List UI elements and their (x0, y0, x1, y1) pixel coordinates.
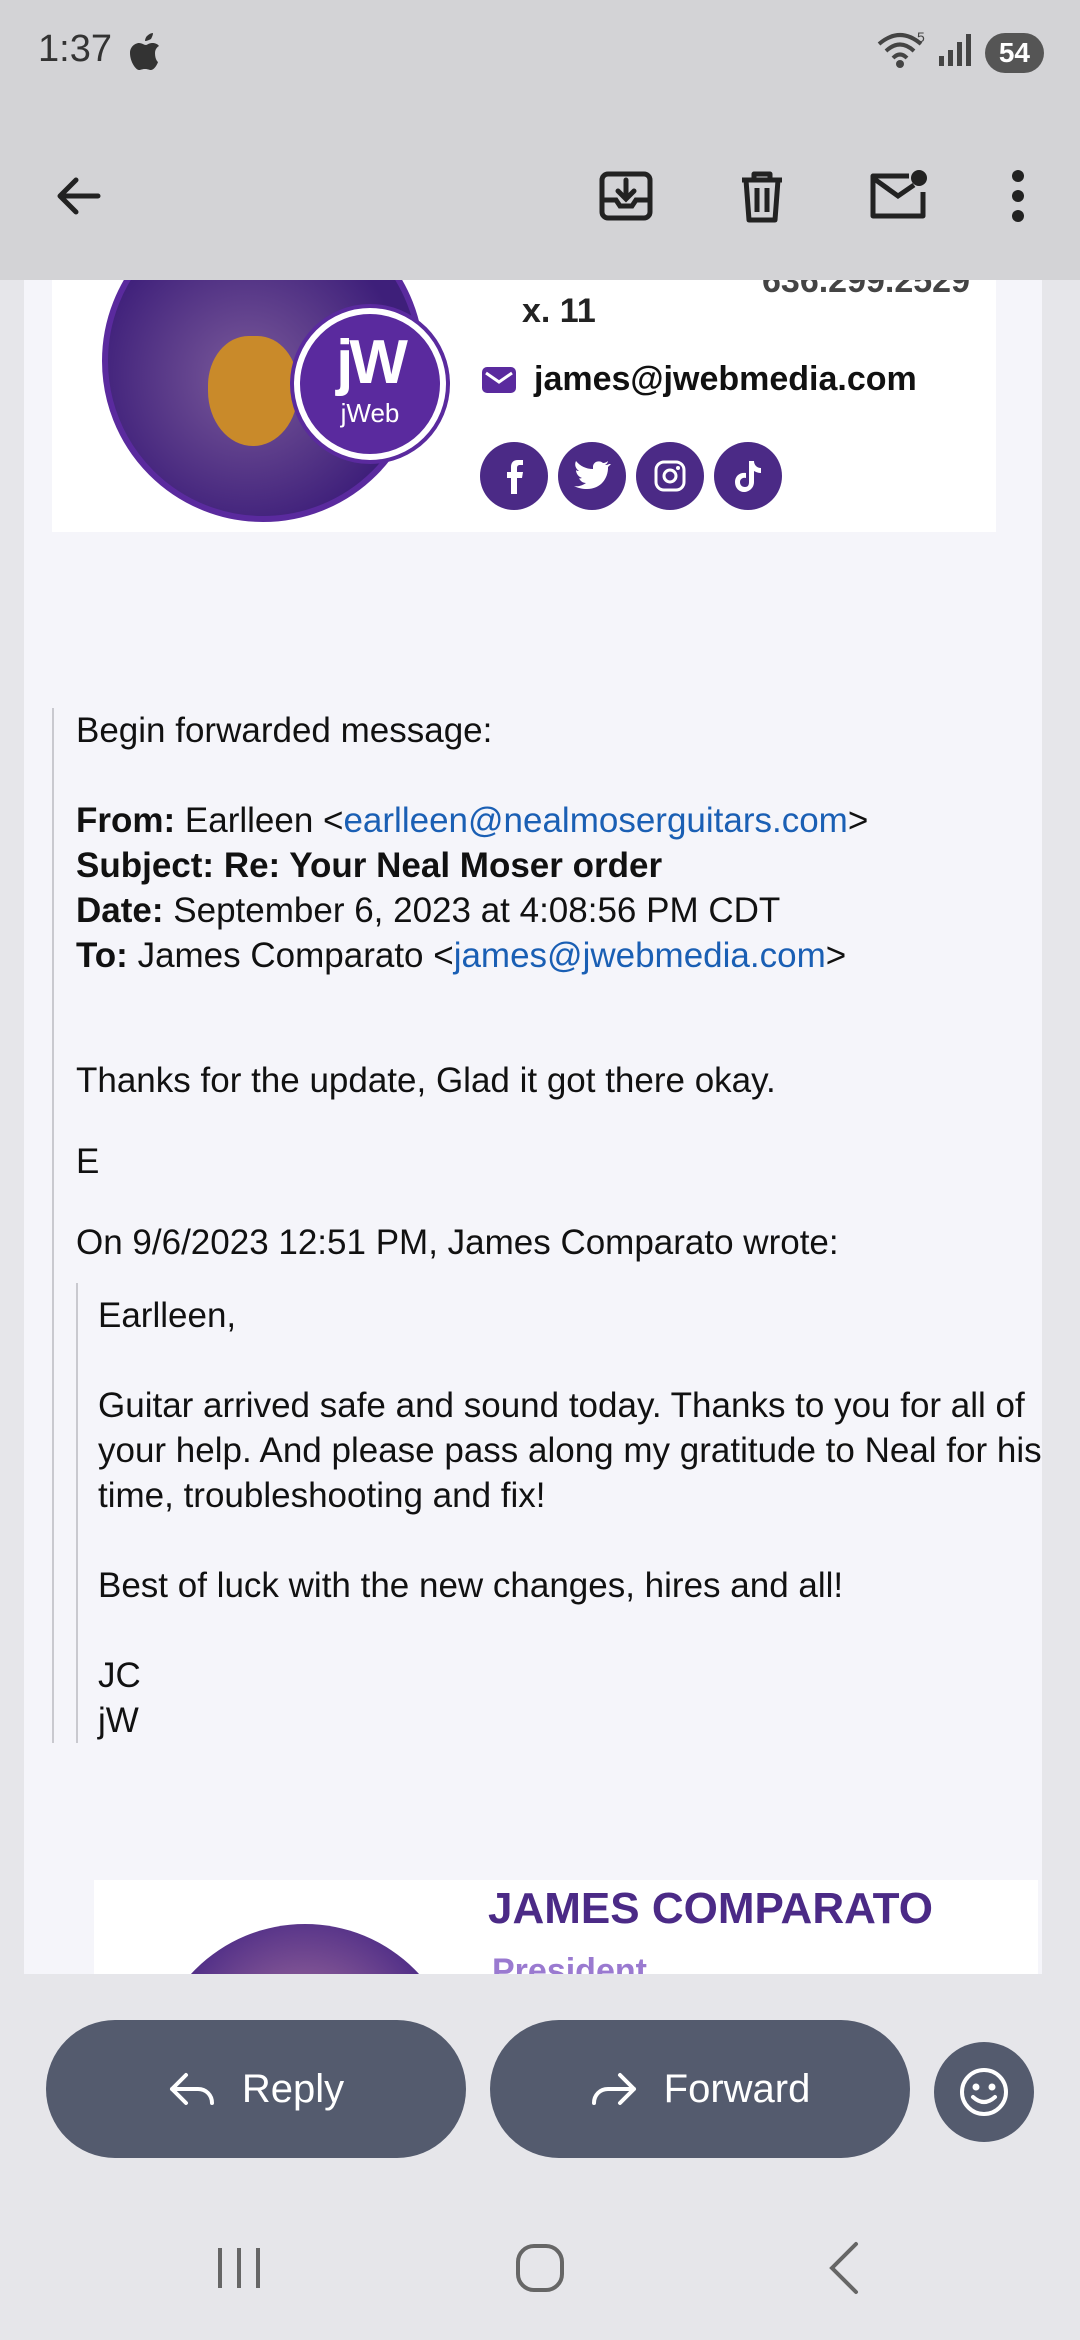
battery-indicator: 54 (984, 32, 1044, 73)
quoted-paragraph-1: Guitar arrived safe and sound today. Tha… (98, 1386, 1042, 1515)
email-body[interactable]: jW jWeb 636.299.2529 x. 11 james@jwebmed… (24, 280, 1042, 1974)
archive-button[interactable] (588, 158, 664, 234)
reply-label: Reply (241, 2066, 345, 2111)
wifi-label: 5 (917, 30, 925, 45)
home-icon (516, 2244, 564, 2292)
forward-intro: Begin forwarded message: (76, 711, 493, 750)
delete-button[interactable] (724, 158, 800, 234)
reply-attribution: On 9/6/2023 12:51 PM, James Comparato wr… (76, 1223, 839, 1262)
mail-unread-icon (870, 170, 927, 219)
facebook-icon[interactable] (480, 442, 548, 510)
emoji-icon (960, 2068, 1008, 2116)
signal-icon (937, 32, 975, 73)
reply-icon (169, 2073, 214, 2105)
forward-button[interactable]: Forward (490, 2020, 910, 2158)
wifi-icon: 5 (877, 29, 927, 75)
recents-icon (218, 2248, 260, 2288)
more-vert-icon (1012, 170, 1024, 222)
status-bar: 1:37 5 54 (0, 0, 1080, 112)
apple-icon (130, 32, 166, 77)
signature-name: JAMES COMPARATO (488, 1884, 933, 1933)
forward-subject: Subject: Re: Your Neal Moser order (76, 846, 663, 885)
instagram-icon[interactable] (636, 442, 704, 510)
social-links (480, 442, 782, 510)
system-nav-bar (0, 2220, 1080, 2320)
signature-email-row[interactable]: james@jwebmedia.com (480, 360, 917, 399)
home-button[interactable] (512, 2240, 568, 2301)
quoted-greeting: Earlleen, (98, 1296, 237, 1335)
trash-icon (742, 171, 782, 223)
emoji-reaction-button[interactable] (934, 2042, 1034, 2142)
forward-icon (591, 2073, 636, 2105)
status-icons: 5 54 (877, 29, 1044, 75)
email-icon (482, 366, 516, 393)
back-nav-button[interactable] (824, 2240, 864, 2301)
signature-extension: x. 11 (522, 292, 596, 330)
signature-card-top: jW jWeb 636.299.2529 x. 11 james@jwebmed… (52, 280, 996, 532)
reply-button[interactable]: Reply (46, 2020, 466, 2158)
mark-unread-button[interactable] (860, 158, 936, 234)
recents-button[interactable] (214, 2240, 264, 2301)
from-email-link[interactable]: earlleen@nealmoserguitars.com (343, 801, 847, 840)
signature-email[interactable]: james@jwebmedia.com (534, 360, 917, 399)
forward-from: From: Earlleen <earlleen@nealmoserguitar… (76, 801, 869, 840)
signature-card-bottom: JAMES COMPARATO President (94, 1880, 1038, 1974)
more-options-button[interactable] (980, 158, 1056, 234)
forward-label: Forward (663, 2066, 811, 2111)
quoted-message: Earlleen, Guitar arrived safe and sound … (76, 1283, 1042, 1743)
forward-to: To: James Comparato <james@jwebmedia.com… (76, 936, 847, 975)
to-email-link[interactable]: james@jwebmedia.com (454, 936, 826, 975)
back-icon (829, 2242, 858, 2294)
quoted-sign-1: JC (98, 1656, 141, 1695)
tiktok-icon[interactable] (714, 442, 782, 510)
reply-line: Thanks for the update, Glad it got there… (76, 1061, 776, 1100)
back-button[interactable] (40, 158, 116, 234)
arrow-left-icon (57, 177, 101, 215)
guitar-image (208, 336, 298, 446)
archive-icon (599, 171, 653, 221)
signature-title: President (492, 1952, 647, 1974)
quoted-paragraph-2: Best of luck with the new changes, hires… (98, 1566, 844, 1605)
forwarded-thread: Begin forwarded message: From: Earlleen … (52, 708, 1042, 1743)
signature-phone[interactable]: 636.299.2529 (762, 280, 970, 301)
twitter-icon[interactable] (558, 442, 626, 510)
jweb-logo: jW jWeb (294, 308, 446, 460)
reply-signoff: E (76, 1142, 100, 1181)
email-toolbar (0, 112, 1080, 280)
status-time: 1:37 (38, 28, 112, 70)
avatar (150, 1924, 460, 1974)
quoted-sign-2: jW (98, 1701, 139, 1740)
forward-date: Date: September 6, 2023 at 4:08:56 PM CD… (76, 891, 781, 930)
